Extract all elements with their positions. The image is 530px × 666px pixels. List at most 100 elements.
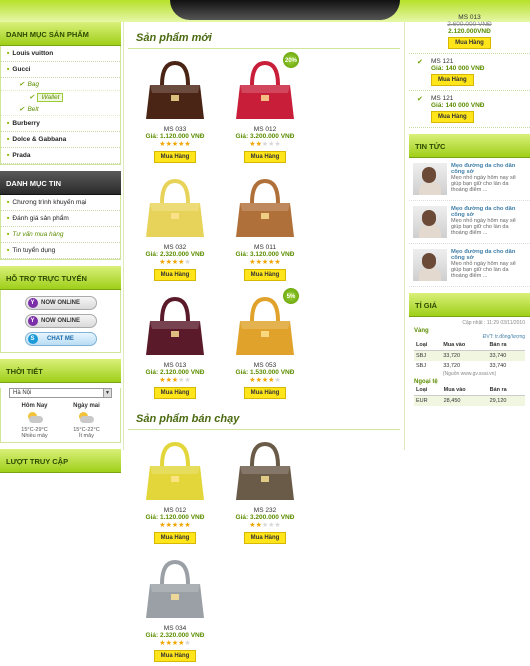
product-price: Giá: 3.200.000 VNĐ <box>235 514 295 521</box>
news-title: TIN TỨC <box>409 134 530 158</box>
discount-badge: 20% <box>282 51 300 69</box>
buy-button[interactable]: Mua Hàng <box>243 151 287 163</box>
news-item[interactable]: Mẹo đường da cho dân công sở Mẹo nhỏ ngày… <box>409 201 530 244</box>
rating-stars: ★★★★★ <box>159 259 191 266</box>
hot-item-top[interactable]: MS 013 2.600.000 VNĐ 2.120.000VNĐ Mua Hà… <box>409 0 530 54</box>
main-content: Sản phẩm mới MS 033 Giá: 1.120.000 VNĐ ★★★… <box>123 22 405 662</box>
rating-stars: ★★★★★ <box>249 377 281 384</box>
product-card[interactable]: 5% MS 053 Giá: 1.530.000 VNĐ ★★★★★ Mua Hàng <box>220 285 310 403</box>
gold-type: SBJ <box>416 363 427 369</box>
category-burberry[interactable]: Burberry <box>1 116 120 132</box>
product-card[interactable]: MS 012 Giá: 1.120.000 VNĐ ★★★★★ Mua Hàng <box>130 430 220 548</box>
buy-button[interactable]: Mua Hàng <box>153 269 197 281</box>
buy-button[interactable]: Mua Hàng <box>448 37 491 49</box>
product-image-wrap[interactable] <box>140 554 210 622</box>
product-image-wrap[interactable] <box>140 436 210 504</box>
product-card[interactable]: MS 232 Giá: 3.200.000 VNĐ ★★★★★ Mua Hàng <box>220 430 310 548</box>
buy-button[interactable]: Mua Hàng <box>153 387 197 399</box>
gold-buy: 33,720 <box>441 350 488 361</box>
buy-button[interactable]: Mua Hàng <box>243 269 287 281</box>
hot-products-title: Sản phẩm bán chạy <box>128 403 400 430</box>
product-price: Giá: 2.120.000 VNĐ <box>145 369 205 376</box>
support-box: Y NOW ONLINE Y NOW ONLINE S CHAT ME <box>0 290 121 353</box>
news-cat-promotions[interactable]: Chương trình khuyến mại <box>1 195 120 211</box>
product-price-value: 2.320.000 VNĐ <box>160 251 205 258</box>
rating-stars: ★★★★★ <box>159 377 191 384</box>
product-card[interactable]: MS 033 Giá: 1.120.000 VNĐ ★★★★★ Mua Hàng <box>130 49 220 167</box>
news-thumbnail <box>413 249 447 281</box>
buy-button[interactable]: Mua Hàng <box>431 74 474 86</box>
news-item[interactable]: Mẹo đường da cho dân công sở Mẹo nhỏ ngày… <box>409 158 530 201</box>
visits-title: LƯỢT TRUY CẬP <box>0 449 121 473</box>
news-cat-reviews[interactable]: Đánh giá sản phẩm <box>1 211 120 227</box>
fx-type: EUR <box>414 395 442 406</box>
discount-badge: 5% <box>282 287 300 305</box>
subcategory-bag[interactable]: Bag <box>1 78 120 91</box>
product-card[interactable]: MS 034 Giá: 2.320.000 VNĐ ★★★★★ Mua Hàng <box>130 548 220 666</box>
yahoo-status-button-1[interactable]: Y NOW ONLINE <box>24 296 97 310</box>
rating-stars: ★★★★★ <box>249 259 281 266</box>
product-card[interactable]: MS 013 Giá: 2.120.000 VNĐ ★★★★★ Mua Hàng <box>130 285 220 403</box>
gold-table: Loại Mua vào Bán ra SBJ 33,720 33,740 SBJ 33,… <box>414 340 525 371</box>
product-price: Giá: 3.200.000 VNĐ <box>235 133 295 140</box>
weather-today-desc: Nhiều mây <box>21 433 48 439</box>
fx-col-sell: Bán ra <box>487 385 525 396</box>
banner-bag-image <box>170 0 400 20</box>
product-code: MS 032 <box>163 244 187 251</box>
hot-item-1[interactable]: MS 121 Giá: 140 000 VNĐ Mua Hàng <box>409 54 530 91</box>
buy-button[interactable]: Mua Hàng <box>153 650 197 662</box>
news-thumbnail <box>413 206 447 238</box>
hot-item-2-price: Giá: 140 000 VNĐ <box>431 102 485 109</box>
product-image <box>236 178 294 237</box>
buy-button[interactable]: Mua Hàng <box>153 532 197 544</box>
fx-sell: 29,120 <box>487 395 525 406</box>
rate-updated: Cập nhật : 11:29 03/11/2010 <box>462 320 525 326</box>
product-image-wrap[interactable] <box>230 173 300 241</box>
subcategory-belt[interactable]: Belt <box>1 103 120 116</box>
category-louis-vuitton[interactable]: Louis vuitton <box>1 46 120 62</box>
category-prada[interactable]: Prada <box>1 148 120 164</box>
hot-item-2[interactable]: MS 121 Giá: 140 000 VNĐ Mua Hàng <box>409 91 530 128</box>
product-code: MS 012 <box>163 507 187 514</box>
weather-tomorrow-day: Ngày mai <box>73 403 100 409</box>
product-image-wrap[interactable] <box>230 436 300 504</box>
rating-stars: ★★★★★ <box>159 640 191 647</box>
product-code: MS 011 <box>254 244 276 251</box>
product-image-wrap[interactable] <box>140 55 210 123</box>
weather-today-day: Hôm Nay <box>21 403 48 409</box>
buy-button[interactable]: Mua Hàng <box>243 387 287 399</box>
product-price: Giá: 1.120.000 VNĐ <box>145 133 205 140</box>
news-item[interactable]: Mẹo đường da cho dân công sở Mẹo nhỏ ngày… <box>409 244 530 287</box>
buy-button[interactable]: Mua Hàng <box>153 151 197 163</box>
product-image <box>146 60 204 119</box>
product-card[interactable]: MS 032 Giá: 2.320.000 VNĐ ★★★★★ Mua Hàng <box>130 167 220 285</box>
buy-button[interactable]: Mua Hàng <box>243 532 287 544</box>
subcategory-wallet-label: Wallet <box>37 93 64 102</box>
buy-button[interactable]: Mua Hàng <box>431 111 474 123</box>
skype-button[interactable]: S CHAT ME <box>24 332 97 346</box>
weather-tomorrow-desc: Ít mây <box>78 433 94 439</box>
city-select[interactable]: Hà Nội ▼ <box>9 388 112 398</box>
news-list: Mẹo đường da cho dân công sở Mẹo nhỏ ngày… <box>409 158 530 287</box>
product-price: Giá: 2.320.000 VNĐ <box>145 251 205 258</box>
product-card[interactable]: MS 011 Giá: 3.120.000 VNĐ ★★★★★ Mua Hàng <box>220 167 310 285</box>
product-price-value: 2.320.000 VNĐ <box>160 632 205 639</box>
product-price: Giá: 1.530.000 VNĐ <box>235 369 295 376</box>
yahoo-status-1: NOW ONLINE <box>41 300 80 306</box>
subcategory-wallet[interactable]: Wallet <box>1 91 120 103</box>
product-code: MS 053 <box>253 362 277 369</box>
product-image-wrap[interactable] <box>140 291 210 359</box>
product-card[interactable]: 20% MS 012 Giá: 3.200.000 VNĐ ★★★★★ Mua Hàng <box>220 49 310 167</box>
category-gucci[interactable]: Gucci <box>1 62 120 78</box>
news-cat-advice[interactable]: Tư vấn mua hàng <box>1 227 120 243</box>
product-image-wrap[interactable] <box>140 173 210 241</box>
weather-box: Hà Nội ▼ Hôm Nay 15°C-29°C Nhiều mây Ngày… <box>0 388 121 443</box>
hot-item-1-price: Giá: 140 000 VNĐ <box>431 65 485 72</box>
news-cat-jobs[interactable]: Tin tuyển dụng <box>1 243 120 259</box>
product-code: MS 033 <box>163 126 187 133</box>
table-row: SBJ 33,720 33,740 <box>414 361 525 371</box>
skype-label: CHAT ME <box>47 336 74 342</box>
category-dolce-gabbana[interactable]: Dolce & Gabbana <box>1 132 120 148</box>
news-item-desc: Mẹo nhỏ ngày hôm nay sẽ giúp bạn giữ cho… <box>451 261 516 279</box>
yahoo-status-button-2[interactable]: Y NOW ONLINE <box>24 314 97 328</box>
